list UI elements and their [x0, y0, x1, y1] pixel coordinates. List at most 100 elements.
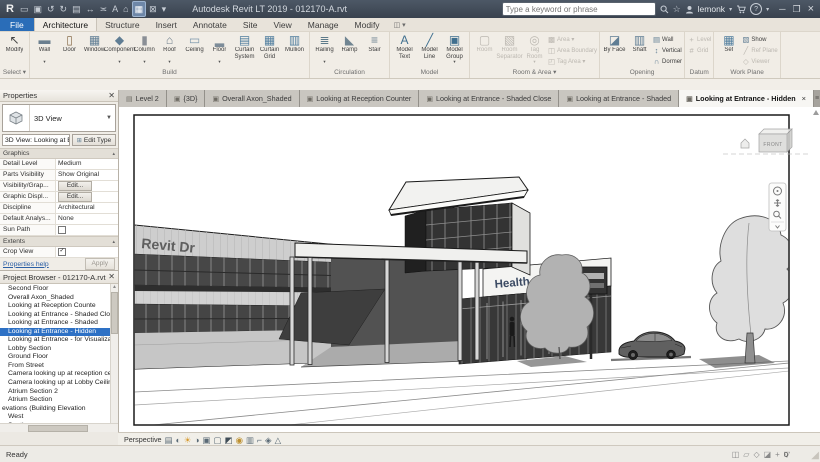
browser-item-overall-axon-shaded[interactable]: Overall Axon_Shaded — [0, 294, 118, 303]
show-constraints-icon[interactable]: ⌐ — [257, 434, 262, 446]
navigation-bar[interactable] — [769, 183, 786, 231]
canvas-scroll-up-icon[interactable] — [813, 110, 819, 115]
close-hidden-windows-icon[interactable]: ⊠ — [147, 2, 159, 16]
select-pinned-icon[interactable]: ◇ — [753, 450, 759, 459]
btn-build-roof[interactable]: ⌂Roof▾ — [157, 33, 182, 65]
browser-item-looking-at-reception-counte[interactable]: Looking at Reception Counte — [0, 302, 118, 311]
browser-item-camera-looking-up-at-reception-ce[interactable]: Camera looking up at reception ce — [0, 370, 118, 379]
crop-view-icon[interactable]: ▣ — [203, 434, 211, 446]
btn-circulation-railing[interactable]: ≣Railing▾ — [312, 33, 337, 65]
visual-style-icon[interactable]: ◐ — [176, 434, 181, 446]
user-icon[interactable] — [685, 5, 694, 14]
reveal-hidden-elements-icon[interactable]: ◉ — [236, 434, 243, 446]
browser-item-camera-looking-up-at-lobby-ceiling[interactable]: Camera looking up at Lobby Ceiling — [0, 379, 118, 388]
drawing-area[interactable]: Revit Dr — [119, 107, 820, 432]
app-store-icon[interactable] — [736, 5, 746, 14]
ribbon-tab-insert[interactable]: Insert — [148, 18, 185, 31]
sun-path-icon[interactable]: ☀ — [184, 434, 192, 446]
help-icon[interactable]: ? — [750, 3, 762, 15]
btn-opening-vertical[interactable]: ↕Vertical — [652, 45, 682, 56]
detail-level-icon[interactable]: ▤ — [165, 434, 173, 446]
subscription-icon[interactable]: ☆ — [673, 4, 681, 15]
btn-opening-shaft[interactable]: ▥Shaft — [627, 33, 652, 65]
tab-list-button[interactable]: ≡ — [814, 90, 820, 107]
edit-button[interactable]: Edit... — [58, 192, 92, 202]
project-browser-close-icon[interactable]: ✕ — [108, 273, 115, 281]
property-value[interactable]: Show Original — [56, 170, 118, 180]
browser-item-second-floor[interactable]: Second Floor — [0, 285, 118, 294]
view-tab-3d[interactable]: ▣{3D} — [167, 90, 206, 107]
user-menu-chevron-icon[interactable]: ▾ — [729, 6, 732, 13]
search-input[interactable] — [502, 2, 656, 16]
view-tab-level-2[interactable]: ▤Level 2 — [119, 90, 167, 107]
property-value[interactable]: None — [56, 214, 118, 224]
view-tab-looking-at-entrance-hidden[interactable]: ▣Looking at Entrance - Hidden× — [679, 90, 814, 107]
btn-opening-dormer[interactable]: ∩Dormer — [652, 56, 682, 67]
view-tab-looking-at-reception-counter[interactable]: ▣Looking at Reception Counter — [300, 90, 420, 107]
3d-view-canvas[interactable]: Revit Dr — [119, 107, 820, 432]
browser-item-atrium-section-2[interactable]: Atrium Section 2 — [0, 388, 118, 397]
resize-grip[interactable]: ◢ — [811, 450, 819, 461]
section-header-graphics[interactable]: Graphics▴ — [0, 148, 118, 159]
drag-on-selection-icon[interactable]: + — [775, 450, 780, 459]
view-tab-looking-at-entrance-shaded[interactable]: ▣Looking at Entrance - Shaded — [559, 90, 679, 107]
properties-header[interactable]: Properties ✕ — [0, 90, 118, 102]
displace-elements-icon[interactable]: ◈ — [265, 434, 272, 446]
select-links-icon[interactable]: ◫ — [732, 450, 740, 459]
search-icon[interactable] — [660, 5, 669, 14]
btn-build-curtain-grid[interactable]: ▦Curtain Grid — [257, 33, 282, 65]
minimize-button[interactable]: ─ — [779, 4, 785, 14]
close-view-tab-icon[interactable]: × — [802, 94, 806, 103]
btn-circulation-stair[interactable]: ≡Stair — [362, 33, 387, 65]
default-3d-view-icon[interactable]: ⌂ — [121, 2, 130, 16]
edit-type-button[interactable]: ⊞ Edit Type — [72, 134, 116, 146]
btn-select-modify[interactable]: ↖Modify — [2, 33, 27, 65]
switch-windows-icon[interactable]: ▾ — [160, 2, 169, 16]
project-browser-header[interactable]: Project Browser - 012170-A.rvt ✕ — [0, 271, 118, 284]
project-browser-hscrollbar[interactable] — [0, 423, 118, 432]
select-underlay-icon[interactable]: ▱ — [743, 450, 749, 459]
show-crop-region-icon[interactable]: ▢ — [214, 434, 222, 446]
ribbon-tab-manage[interactable]: Manage — [300, 18, 347, 31]
project-browser-vscrollbar[interactable]: ▲ — [110, 284, 118, 423]
ribbon-display-toggle[interactable]: ◫ ▾ — [394, 18, 406, 31]
btn-opening-wall[interactable]: ▤Wall — [652, 34, 682, 45]
measure-icon[interactable]: ↔ — [84, 2, 97, 16]
ribbon-tab-view[interactable]: View — [266, 18, 300, 31]
browser-item-looking-at-entrance-shaded-clos[interactable]: Looking at Entrance - Shaded Clos — [0, 311, 118, 320]
username[interactable]: lemonk — [698, 4, 725, 14]
browser-item-atrium-section[interactable]: Atrium Section — [0, 396, 118, 405]
btn-model-model-group[interactable]: ▣Model Group▾ — [442, 33, 467, 65]
btn-build-component[interactable]: ◆Component▾ — [107, 33, 132, 65]
type-selector[interactable]: 3D View ▼ — [2, 104, 116, 132]
btn-build-wall[interactable]: ▬Wall▾ — [32, 33, 57, 65]
select-by-face-icon[interactable]: ◪ — [764, 450, 772, 459]
ribbon-tab-architecture[interactable]: Architecture — [34, 18, 97, 31]
btn-build-ceiling[interactable]: ▭Ceiling — [182, 33, 207, 65]
maximize-button[interactable]: ❐ — [792, 4, 800, 15]
close-button[interactable]: × — [808, 3, 814, 15]
shadows-icon[interactable]: ◑ — [194, 434, 199, 446]
edit-button[interactable]: Edit... — [58, 181, 92, 191]
type-selector-chevron-icon[interactable]: ▼ — [106, 115, 112, 121]
property-value[interactable]: Medium — [56, 159, 118, 169]
btn-circulation-ramp[interactable]: ◣Ramp — [337, 33, 362, 65]
btn-build-door[interactable]: ▯Door — [57, 33, 82, 65]
temporary-hide-isolate-icon[interactable]: ◩ — [225, 434, 233, 446]
aligned-dimension-icon[interactable]: ≍ — [98, 2, 110, 16]
property-value[interactable]: Architectural — [56, 203, 118, 213]
undo-icon[interactable]: ↺ — [45, 2, 57, 16]
ribbon-tab-modify[interactable]: Modify — [347, 18, 388, 31]
sun-path-checkbox[interactable] — [58, 226, 66, 234]
properties-close-icon[interactable]: ✕ — [108, 92, 115, 100]
browser-item-looking-at-entrance-shaded[interactable]: Looking at Entrance - Shaded — [0, 319, 118, 328]
apply-button[interactable]: Apply — [85, 258, 116, 270]
text-icon[interactable]: A — [110, 2, 120, 16]
btn-work-plane-set[interactable]: ▦Set — [716, 33, 741, 65]
ribbon-tab-site[interactable]: Site — [235, 18, 266, 31]
browser-item-west[interactable]: West — [0, 413, 118, 422]
btn-work-plane-show[interactable]: ▧Show — [741, 34, 777, 45]
properties-help-link[interactable]: Properties help — [3, 261, 49, 268]
btn-build-curtain-system[interactable]: ▤Curtain System — [232, 33, 257, 65]
print-icon[interactable]: ▤ — [70, 2, 83, 16]
